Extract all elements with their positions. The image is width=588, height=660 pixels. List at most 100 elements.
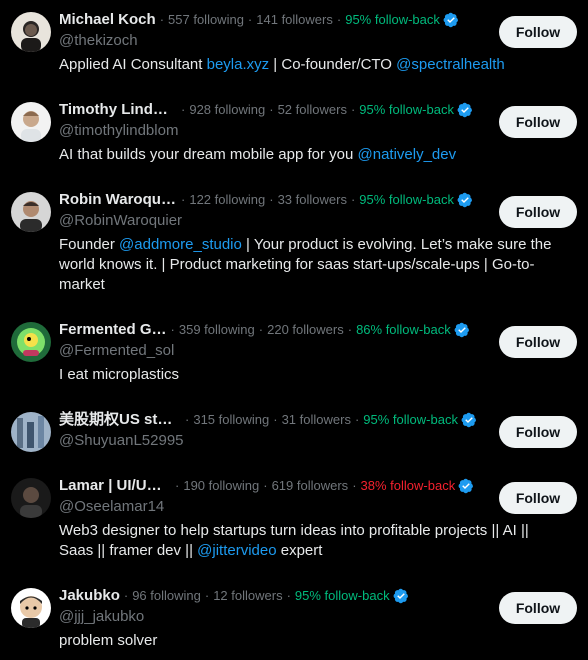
followback-rate: 95% follow-back xyxy=(363,412,458,427)
bio-link[interactable]: @jittervideo xyxy=(197,542,276,559)
separator-dot: · xyxy=(159,12,165,27)
user-handle[interactable]: @thekizoch xyxy=(59,31,138,51)
following-count: 122 following xyxy=(189,192,266,207)
following-count: 96 following xyxy=(132,588,201,603)
verified-badge-icon xyxy=(461,412,477,428)
user-bio: AI that builds your dream mobile app for… xyxy=(59,145,567,165)
followback-rate: 38% follow-back xyxy=(360,478,456,493)
user-handle[interactable]: @Oseelamar14 xyxy=(59,497,164,517)
bio-link[interactable]: @spectralhealth xyxy=(396,56,505,73)
follow-button[interactable]: Follow xyxy=(499,416,577,448)
followback-rate: 95% follow-back xyxy=(294,588,390,603)
user-meta-line: Michael Koch · 557 following · 141 followers… xyxy=(59,10,459,30)
avatar[interactable] xyxy=(11,588,51,628)
user-name[interactable]: Timothy Lindbl… xyxy=(59,100,177,120)
follow-button[interactable]: Follow xyxy=(499,592,577,624)
avatar[interactable] xyxy=(11,322,51,362)
separator-dot: · xyxy=(123,588,129,603)
followers-count: 12 followers xyxy=(213,588,283,603)
user-name[interactable]: Robin Waroqui… xyxy=(59,190,177,210)
separator-dot: · xyxy=(204,588,210,603)
user-name[interactable]: Jakubko xyxy=(59,586,120,606)
bio-link[interactable]: beyla.xyz xyxy=(207,56,270,73)
followers-count: 31 followers xyxy=(281,412,351,427)
followers-count: 52 followers xyxy=(277,102,347,117)
user-handle[interactable]: @ShuyuanL52995 xyxy=(59,431,184,451)
separator-dot: · xyxy=(336,12,342,27)
user-name[interactable]: Michael Koch xyxy=(59,10,156,30)
follow-button[interactable]: Follow xyxy=(499,326,577,358)
follow-button[interactable]: Follow xyxy=(499,16,577,48)
user-bio: Web3 designer to help startups turn idea… xyxy=(59,521,567,561)
user-handle[interactable]: @RobinWaroquier xyxy=(59,211,182,231)
separator-dot: · xyxy=(350,102,356,117)
followers-count: 220 followers xyxy=(267,322,344,337)
user-bio: Applied AI Consultant beyla.xyz | Co-fou… xyxy=(59,55,567,75)
following-count: 315 following xyxy=(193,412,270,427)
bio-link[interactable]: @addmore_studio xyxy=(119,236,242,253)
following-count: 190 following xyxy=(183,478,260,493)
user-name[interactable]: 美股期权US sto… xyxy=(59,410,181,430)
separator-dot: · xyxy=(354,412,360,427)
bio-text: expert xyxy=(276,542,323,559)
user-list: Michael Koch · 557 following · 141 followers… xyxy=(0,0,588,660)
separator-dot: · xyxy=(258,322,264,337)
separator-dot: · xyxy=(181,102,186,117)
follow-button[interactable]: Follow xyxy=(499,196,577,228)
user-meta-line: Lamar | UI/UX… · 190 following · 619 followe… xyxy=(59,476,474,496)
followback-rate: 86% follow-back xyxy=(356,322,451,337)
bio-link[interactable]: @natively_dev xyxy=(358,146,457,163)
separator-dot: · xyxy=(269,102,274,117)
following-count: 557 following xyxy=(168,12,244,27)
verified-badge-icon xyxy=(458,478,474,494)
separator-dot: · xyxy=(175,478,180,493)
following-count: 928 following xyxy=(189,102,266,117)
user-bio: Founder @addmore_studio | Your product i… xyxy=(59,235,567,295)
separator-dot: · xyxy=(347,322,353,337)
avatar[interactable] xyxy=(11,192,51,232)
verified-badge-icon xyxy=(457,192,473,208)
separator-dot: · xyxy=(273,412,278,427)
verified-badge-icon xyxy=(443,12,459,28)
separator-dot: · xyxy=(269,192,274,207)
user-bio: problem solver xyxy=(59,631,567,651)
follow-button[interactable]: Follow xyxy=(499,106,577,138)
followback-rate: 95% follow-back xyxy=(345,12,440,27)
bio-text: AI that builds your dream mobile app for… xyxy=(59,146,358,163)
separator-dot: · xyxy=(247,12,253,27)
followback-rate: 95% follow-back xyxy=(359,192,454,207)
user-meta-line: Timothy Lindbl… · 928 following · 52 followe… xyxy=(59,100,473,120)
user-name[interactable]: Lamar | UI/UX… xyxy=(59,476,171,496)
following-count: 359 following xyxy=(178,322,255,337)
separator-dot: · xyxy=(352,478,357,493)
user-meta-line: Fermented G… · 359 following · 220 followers… xyxy=(59,320,470,340)
separator-dot: · xyxy=(286,588,291,603)
bio-text: problem solver xyxy=(59,632,158,649)
user-meta-line: Jakubko · 96 following · 12 followers · 95% fo… xyxy=(59,586,409,606)
avatar[interactable] xyxy=(11,478,51,518)
separator-dot: · xyxy=(263,478,268,493)
bio-text: | Co-founder/CTO xyxy=(269,56,397,73)
avatar[interactable] xyxy=(11,102,51,142)
follow-button[interactable]: Follow xyxy=(499,482,577,514)
avatar[interactable] xyxy=(11,412,51,452)
verified-badge-icon xyxy=(454,322,470,338)
user-name[interactable]: Fermented G… xyxy=(59,320,167,340)
separator-dot: · xyxy=(185,412,190,427)
bio-text: Founder xyxy=(59,236,120,253)
separator-dot: · xyxy=(181,192,186,207)
verified-badge-icon xyxy=(457,102,473,118)
user-meta-line: Robin Waroqui… · 122 following · 33 follower… xyxy=(59,190,473,210)
user-handle[interactable]: @Fermented_sol xyxy=(59,341,174,361)
user-bio: I eat microplastics xyxy=(59,365,567,385)
avatar[interactable] xyxy=(11,12,51,52)
user-handle[interactable]: @jjj_jakubko xyxy=(59,607,144,627)
verified-badge-icon xyxy=(393,588,409,604)
separator-dot: · xyxy=(350,192,356,207)
followers-count: 619 followers xyxy=(271,478,349,493)
followback-rate: 95% follow-back xyxy=(359,102,454,117)
followers-count: 141 followers xyxy=(256,12,333,27)
followers-count: 33 followers xyxy=(277,192,347,207)
separator-dot: · xyxy=(170,322,175,337)
user-handle[interactable]: @timothylindblom xyxy=(59,121,178,141)
